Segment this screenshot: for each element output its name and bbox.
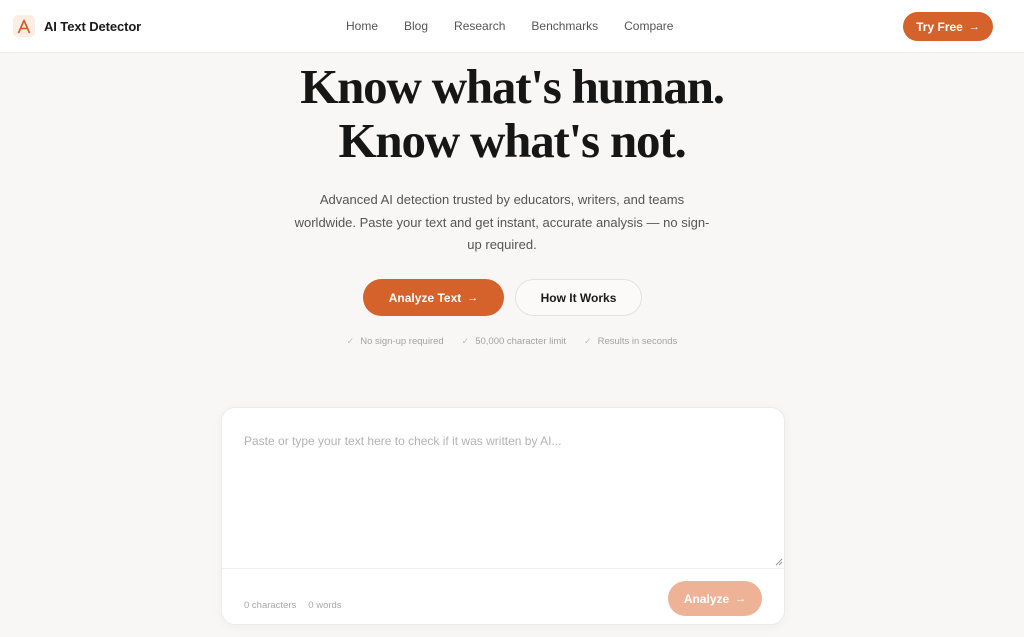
hero-title: Know what's human. Know what's not. <box>0 60 1024 168</box>
brand[interactable]: AI Text Detector <box>13 15 141 37</box>
check-icon: ✓ <box>461 336 470 346</box>
analyze-label: Analyze <box>683 591 730 606</box>
arrow-right-icon: → <box>467 291 479 304</box>
feature-label: Results in seconds <box>597 336 678 347</box>
main-nav: Home Blog Research Benchmarks Compare <box>346 19 673 33</box>
arrow-right-icon: → <box>968 20 980 33</box>
check-icon: ✓ <box>346 336 355 346</box>
how-it-works-button[interactable]: How It Works <box>515 279 642 316</box>
resize-handle-icon[interactable] <box>773 556 783 566</box>
analyze-button[interactable]: Analyze → <box>668 581 762 616</box>
hero-title-line-1: Know what's human. <box>300 59 725 114</box>
analyze-text-label: Analyze Text <box>388 290 462 305</box>
check-icon: ✓ <box>584 336 592 346</box>
text-input-footer: 0 characters 0 words Analyze → <box>222 568 784 625</box>
nav-blog[interactable]: Blog <box>404 19 428 33</box>
text-input-card: 0 characters 0 words Analyze → <box>221 407 785 625</box>
feature-item: ✓ Results in seconds <box>584 336 677 347</box>
nav-benchmarks[interactable]: Benchmarks <box>531 19 598 33</box>
hero-actions: Analyze Text → How It Works <box>0 279 1024 316</box>
feature-item: ✓ 50,000 character limit <box>462 336 566 347</box>
nav-research[interactable]: Research <box>454 19 505 33</box>
try-free-button[interactable]: Try Free → <box>903 12 993 41</box>
hero-subtitle: Advanced AI detection trusted by educato… <box>294 192 710 252</box>
word-count: 0 words <box>308 600 342 611</box>
feature-label: No sign-up required <box>360 336 444 347</box>
site-header: AI Text Detector Home Blog Research Benc… <box>0 0 1024 53</box>
character-count: 0 characters <box>244 600 297 611</box>
nav-compare[interactable]: Compare <box>624 19 673 33</box>
analyze-text-button[interactable]: Analyze Text → <box>363 279 504 316</box>
feature-item: ✓ No sign-up required <box>347 336 444 347</box>
arrow-right-icon: → <box>735 592 747 605</box>
text-stats: 0 characters 0 words <box>244 600 342 611</box>
nav-home[interactable]: Home <box>346 19 378 33</box>
brand-name: AI Text Detector <box>44 18 142 34</box>
feature-list: ✓ No sign-up required ✓ 50,000 character… <box>0 336 1024 347</box>
try-free-label: Try Free <box>916 19 963 34</box>
hero-title-line-2: Know what's not. <box>338 113 686 168</box>
text-input[interactable] <box>222 408 784 568</box>
logo-icon <box>13 15 35 37</box>
feature-label: 50,000 character limit <box>475 336 567 347</box>
